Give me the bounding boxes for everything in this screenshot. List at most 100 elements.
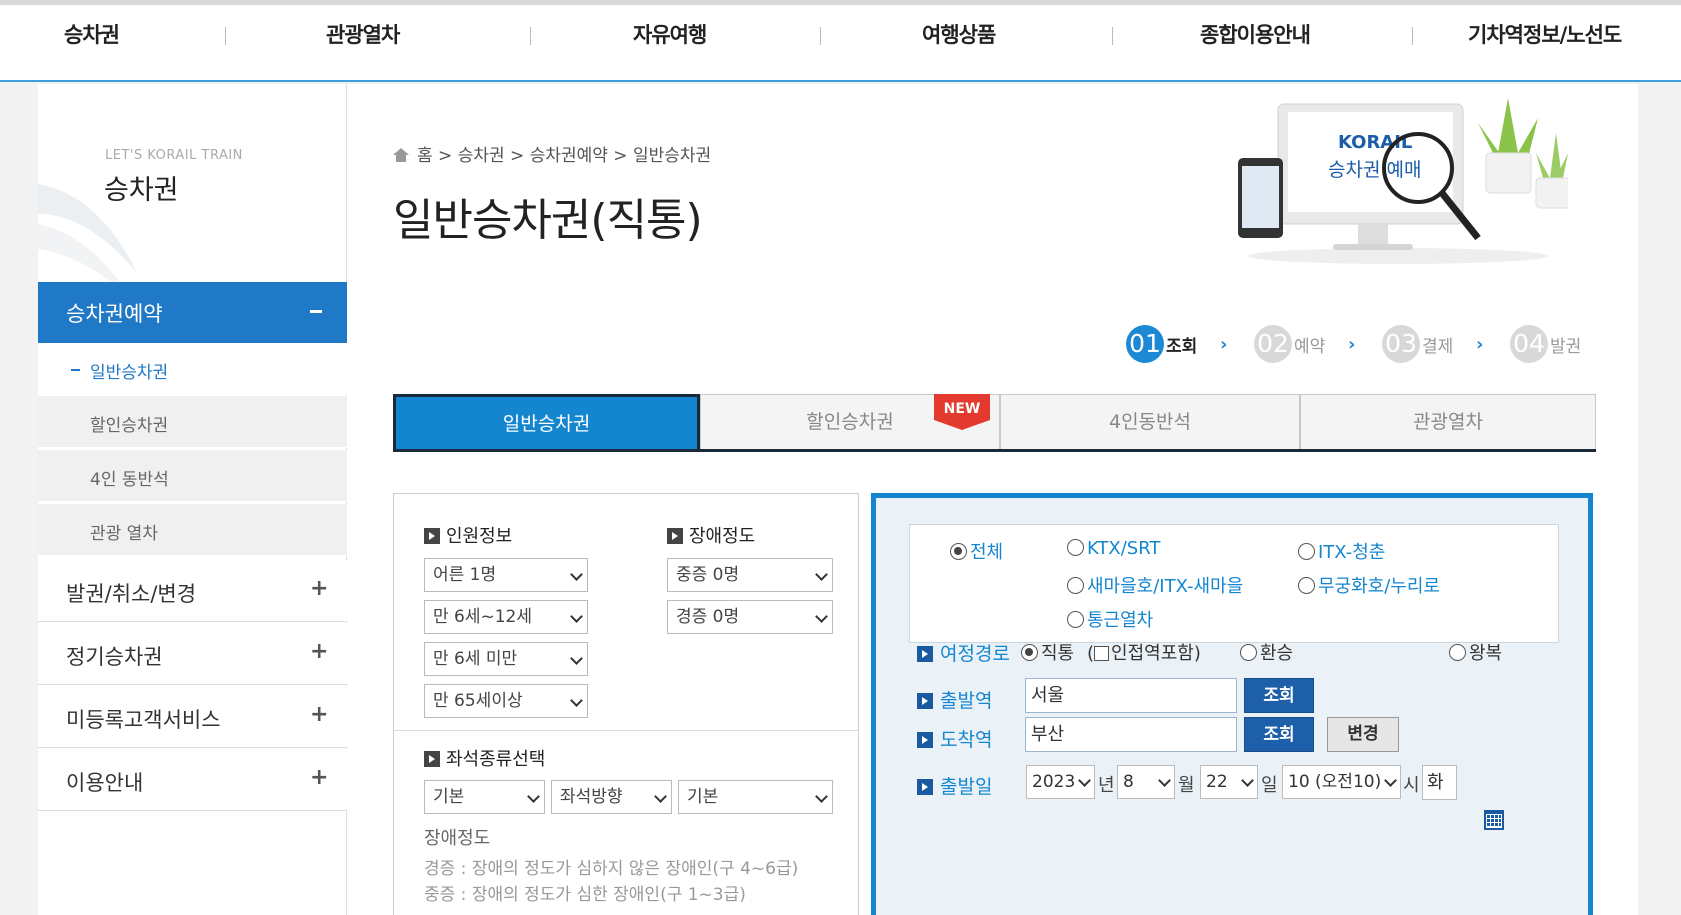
new-badge-label: NEW [944,401,981,417]
collapse-icon [310,310,322,313]
tab-general-ticket[interactable]: 일반승차권 [393,394,700,449]
disability-note-heading: 장애정도 [424,828,491,849]
tab-tour-train[interactable]: 관광열차 [1300,394,1596,449]
submenu-discount-ticket[interactable]: 할인승차권 [38,396,347,448]
home-icon[interactable] [393,148,409,162]
step-label: 발권 [1550,336,1582,357]
step-label: 조회 [1166,336,1198,357]
chevron-down-icon [527,790,540,803]
menu-guest-service[interactable]: 미등록고객서비스 + [38,686,347,748]
nav-free-travel[interactable]: 자유여행 [633,19,707,49]
breadcrumb-reservation[interactable]: 승차권예약 [530,146,608,166]
route-round-trip-radio[interactable]: 왕복 [1449,639,1502,665]
chevron-down-icon [1241,774,1254,787]
route-direct-radio[interactable]: 직통 [1021,639,1074,665]
mild-disability-select[interactable]: 경증 0명 [667,600,833,634]
weekday-display: 화 [1422,765,1457,800]
chevron-right-icon: › [1348,334,1356,355]
menu-label: 이용안내 [66,771,144,795]
step-number: 04 [1510,325,1548,363]
menu-season-ticket[interactable]: 정기승차권 + [38,623,347,685]
nav-divider [530,27,531,45]
hour-select[interactable]: 10 (오전10) [1282,765,1401,799]
calendar-icon[interactable] [1484,810,1504,830]
year-select[interactable]: 2023 [1026,765,1095,799]
arrival-label: 도착역 [917,725,992,752]
tab-four-seat[interactable]: 4인동반석 [1000,394,1300,449]
submenu-label: 관광 열차 [90,524,158,544]
disability-note-severe: 중증 : 장애의 정도가 심한 장애인(구 1~3급) [424,885,746,905]
arrow-box-icon [917,732,933,748]
nav-station-info[interactable]: 기차역정보/노선도 [1468,19,1622,49]
radio-icon [1449,644,1466,661]
top-navigation: 승차권 관광열차 자유여행 여행상품 종합이용안내 기차역정보/노선도 [0,0,1681,82]
chevron-down-icon [654,790,667,803]
adult-count-select[interactable]: 어른 1명 [424,558,588,592]
disability-heading: 장애정도 [667,522,755,548]
menu-usage-guide[interactable]: 이용안내 + [38,749,347,811]
radio-icon [1298,543,1315,560]
seat-type-select[interactable]: 기본 [424,780,545,814]
radio-checked-icon [950,543,967,560]
train-type-all-radio[interactable]: 전체 [950,538,1003,564]
infant-count-select[interactable]: 만 6세 미만 [424,642,588,676]
radio-icon [1298,577,1315,594]
arrow-box-icon [917,646,933,662]
nav-divider [1112,27,1113,45]
expand-icon: + [310,576,329,601]
chevron-down-icon [570,652,583,665]
step-label: 예약 [1294,336,1326,357]
seat-option-select[interactable]: 기본 [678,780,833,814]
submenu-general-ticket[interactable]: 일반승차권 [38,343,347,395]
departure-search-button[interactable]: 조회 [1244,678,1314,713]
train-type-itx-radio[interactable]: ITX-청춘 [1298,538,1385,564]
arrival-search-button[interactable]: 조회 [1244,717,1314,752]
seat-direction-select[interactable]: 좌석방향 [551,780,672,814]
menu-label: 발권/취소/변경 [66,582,197,606]
hour-unit: 시 [1403,775,1420,796]
submenu-four-seat[interactable]: 4인 동반석 [38,450,347,502]
train-type-mugunghwa-radio[interactable]: 무궁화호/누리로 [1298,572,1440,598]
nav-guide[interactable]: 종합이용안내 [1200,19,1311,49]
departure-station-input[interactable]: 서울 [1025,678,1237,713]
month-select[interactable]: 8 [1117,765,1175,799]
train-type-ktx-radio[interactable]: KTX/SRT [1067,538,1160,559]
breadcrumb-ticket[interactable]: 승차권 [458,146,505,166]
page-title: 일반승차권(직통) [393,195,703,246]
submenu-tour-train[interactable]: 관광 열차 [38,504,347,556]
arrow-box-icon [424,528,440,544]
menu-issue-cancel[interactable]: 발권/취소/변경 + [38,560,347,622]
expand-icon: + [310,765,329,790]
search-panel: 전체 KTX/SRT ITX-청춘 새마을호/ITX-새마을 무궁화호/누리로 … [871,493,1593,915]
ticket-booking-illustration: KORAIL 승차권 예매 [1238,98,1568,264]
hero-caption: 승차권 예매 [1328,159,1421,181]
step-label: 결제 [1422,336,1454,357]
submenu-label: 할인승차권 [90,416,169,436]
chevron-down-icon [815,610,828,623]
hero-brand: KORAIL [1338,132,1412,153]
nav-tour-train[interactable]: 관광열차 [326,19,400,49]
severe-disability-select[interactable]: 중증 0명 [667,558,833,592]
train-type-saemaeul-radio[interactable]: 새마을호/ITX-새마을 [1067,572,1243,598]
seat-heading: 좌석종류선택 [424,745,545,771]
route-label: 여정경로 [917,639,1010,666]
arrival-station-input[interactable]: 부산 [1025,717,1237,752]
submenu-label: 4인 동반석 [90,470,169,490]
arrow-box-icon [917,779,933,795]
nav-ticket[interactable]: 승차권 [64,19,120,49]
day-select[interactable]: 22 [1200,765,1258,799]
adjacent-station-checkbox[interactable]: (인접역포함) [1087,639,1201,665]
train-type-commuter-radio[interactable]: 통근열차 [1067,606,1153,632]
step-number: 02 [1254,325,1292,363]
route-transfer-radio[interactable]: 환승 [1240,639,1293,665]
child-count-select[interactable]: 만 6세~12세 [424,600,588,634]
breadcrumb-home[interactable]: 홈 [417,146,433,166]
senior-count-select[interactable]: 만 65세이상 [424,684,588,718]
swap-stations-button[interactable]: 변경 [1327,717,1399,752]
arrow-box-icon [424,751,440,767]
menu-ticket-reservation[interactable]: 승차권예약 [38,282,347,343]
nav-travel-products[interactable]: 여행상품 [922,19,996,49]
step-inquiry: 01 조회 [1126,325,1197,363]
menu-title: 승차권 [104,175,179,206]
breadcrumb-current: 일반승차권 [632,146,712,166]
